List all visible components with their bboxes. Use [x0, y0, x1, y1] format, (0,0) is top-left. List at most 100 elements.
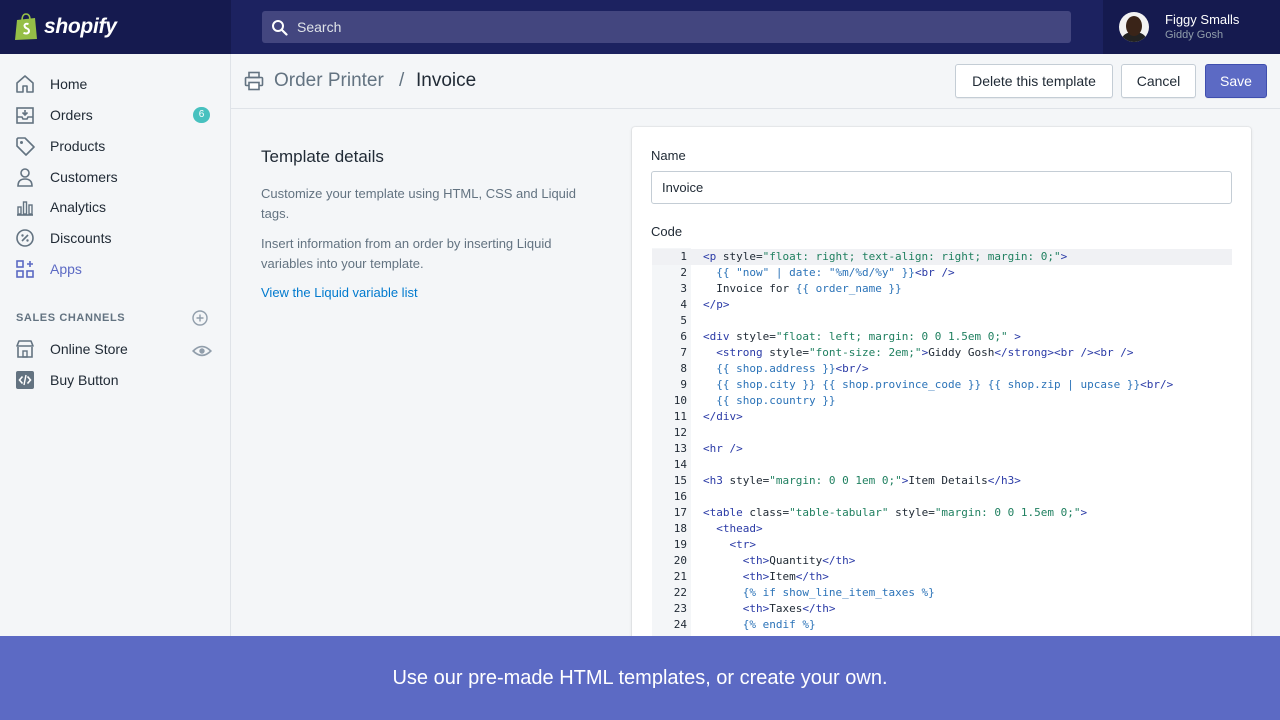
line-number: 8: [680, 362, 687, 375]
code-text: {{ "now" | date: "%m/%d/%y" }}<br />: [716, 266, 955, 279]
bar-chart-icon: [17, 201, 33, 216]
sidebar-item-analytics[interactable]: Analytics: [0, 192, 231, 222]
name-label: Name: [651, 148, 686, 163]
line-number: 7: [680, 346, 687, 359]
user-menu[interactable]: Figgy Smalls Giddy Gosh: [1103, 0, 1280, 54]
line-number: 23: [673, 602, 687, 615]
code-label: Code: [651, 224, 683, 239]
code-line[interactable]: 1 <p style="float: right; text-align: rig…: [652, 249, 1232, 265]
code-line[interactable]: 2 {{ "now" | date: "%m/%d/%y" }}<br />: [652, 265, 1232, 281]
line-number: 16: [673, 490, 687, 503]
liquid-variable-list-link[interactable]: View the Liquid variable list: [261, 285, 418, 300]
code-text: {{ shop.address }}<br/>: [716, 362, 869, 375]
code-line[interactable]: 16: [652, 489, 1232, 505]
save-button[interactable]: Save: [1205, 64, 1267, 98]
shopify-logo[interactable]: shopify: [0, 0, 231, 54]
sidebar-item-label: Apps: [50, 261, 82, 277]
details-hint: Insert information from an order by inse…: [261, 236, 552, 271]
code-line[interactable]: 14: [652, 457, 1232, 473]
code-text: <hr />: [703, 442, 743, 455]
code-line[interactable]: 17 <table class="table-tabular" style="ma…: [652, 505, 1232, 521]
promo-banner: Use our pre-made HTML templates, or crea…: [0, 636, 1280, 720]
line-number: 18: [673, 522, 687, 535]
person-icon: [17, 168, 33, 187]
template-editor-card: Name Code 1 <p style="float: right; text-…: [632, 127, 1251, 647]
code-line[interactable]: 23 <th>Taxes</th>: [652, 601, 1232, 617]
sidebar-item-discounts[interactable]: Discounts: [0, 223, 231, 253]
code-line[interactable]: 6 <div style="float: left; margin: 0 0 1.…: [652, 329, 1232, 345]
code-editor[interactable]: 1 <p style="float: right; text-align: rig…: [652, 248, 1232, 647]
code-line[interactable]: 18 <thead>: [652, 521, 1232, 537]
line-number: 19: [673, 538, 687, 551]
code-line[interactable]: 19 <tr>: [652, 537, 1232, 553]
code-line[interactable]: 7 <strong style="font-size: 2em;">Giddy …: [652, 345, 1232, 361]
sidebar-item-apps[interactable]: Apps: [0, 254, 231, 284]
top-bar: shopify Search Figgy Smalls Giddy Gosh: [0, 0, 1280, 54]
code-text: </p>: [703, 298, 730, 311]
search-placeholder: Search: [297, 19, 342, 35]
sidebar-item-products[interactable]: Products: [0, 131, 231, 161]
code-line[interactable]: 11 </div>: [652, 409, 1232, 425]
sidebar-item-buy-button[interactable]: Buy Button: [0, 365, 231, 395]
line-number: 13: [673, 442, 687, 455]
user-name: Figgy Smalls: [1165, 12, 1240, 27]
code-line[interactable]: 22 {% if show_line_item_taxes %}: [652, 585, 1232, 601]
delete-template-button[interactable]: Delete this template: [955, 64, 1113, 98]
name-field[interactable]: [651, 171, 1232, 204]
page-header: Order Printer / Invoice Delete this temp…: [231, 54, 1280, 109]
code-text: <p style="float: right; text-align: righ…: [703, 250, 1068, 263]
code-line[interactable]: 21 <th>Item</th>: [652, 569, 1232, 585]
sidebar-item-online-store[interactable]: Online Store: [0, 334, 231, 364]
orders-count-badge: 6: [193, 107, 210, 123]
line-number: 5: [680, 314, 687, 327]
line-number: 9: [680, 378, 687, 391]
code-line[interactable]: 24 {% endif %}: [652, 617, 1232, 633]
code-text: <th>Item</th>: [742, 570, 829, 583]
store-icon: [16, 340, 34, 358]
line-number: 12: [673, 426, 687, 439]
sidebar-item-label: Home: [50, 76, 88, 92]
code-text: <tr>: [729, 538, 757, 551]
apps-icon: [16, 260, 34, 278]
code-line[interactable]: 8 {{ shop.address }}<br/>: [652, 361, 1232, 377]
code-line[interactable]: 13 <hr />: [652, 441, 1232, 457]
code-text: {% endif %}: [742, 618, 816, 631]
tag-icon: [16, 137, 35, 156]
code-text: <thead>: [716, 522, 763, 535]
sidebar-item-label: Analytics: [50, 199, 107, 215]
sidebar-item-label: Buy Button: [50, 372, 119, 388]
banner-text: Use our pre-made HTML templates, or crea…: [392, 666, 888, 689]
code-line[interactable]: 10 {{ shop.country }}: [652, 393, 1232, 409]
line-number: 2: [680, 266, 687, 279]
code-line[interactable]: 20 <th>Quantity</th>: [652, 553, 1232, 569]
code-line[interactable]: 4 </p>: [652, 297, 1232, 313]
code-text: <th>Taxes</th>: [742, 602, 836, 615]
code-line[interactable]: 12: [652, 425, 1232, 441]
line-number: 14: [673, 458, 687, 471]
code-line[interactable]: 5: [652, 313, 1232, 329]
line-number: 3: [680, 282, 687, 295]
sidebar-item-label: Online Store: [50, 341, 128, 357]
eye-icon[interactable]: [192, 341, 212, 361]
code-text: <strong style="font-size: 2em;">Giddy Go…: [716, 346, 1134, 359]
cancel-button[interactable]: Cancel: [1121, 64, 1196, 98]
sidebar-item-home[interactable]: Home: [0, 69, 231, 99]
template-details-heading: Template details: [261, 147, 384, 166]
add-channel-icon[interactable]: [192, 310, 208, 326]
line-number: 6: [680, 330, 687, 343]
line-number: 11: [673, 410, 687, 423]
orders-icon: [16, 107, 34, 124]
search-bar[interactable]: Search: [262, 11, 1071, 43]
code-line[interactable]: 3 Invoice for {{ order_name }}: [652, 281, 1232, 297]
code-text: {% if show_line_item_taxes %}: [742, 586, 935, 599]
code-line[interactable]: 15 <h3 style="margin: 0 0 1em 0;">Item De…: [652, 473, 1232, 489]
code-line[interactable]: 9 {{ shop.city }} {{ shop.province_code …: [652, 377, 1232, 393]
details-description: Customize your template using HTML, CSS …: [261, 186, 577, 221]
store-name: Giddy Gosh: [1165, 29, 1224, 41]
line-number: 24: [673, 618, 687, 631]
breadcrumb-order-printer[interactable]: Order Printer: [274, 70, 384, 92]
sidebar-item-customers[interactable]: Customers: [0, 162, 231, 192]
discount-icon: [16, 229, 34, 247]
line-number: 21: [673, 570, 687, 583]
sidebar-item-orders[interactable]: Orders 6: [0, 100, 231, 130]
